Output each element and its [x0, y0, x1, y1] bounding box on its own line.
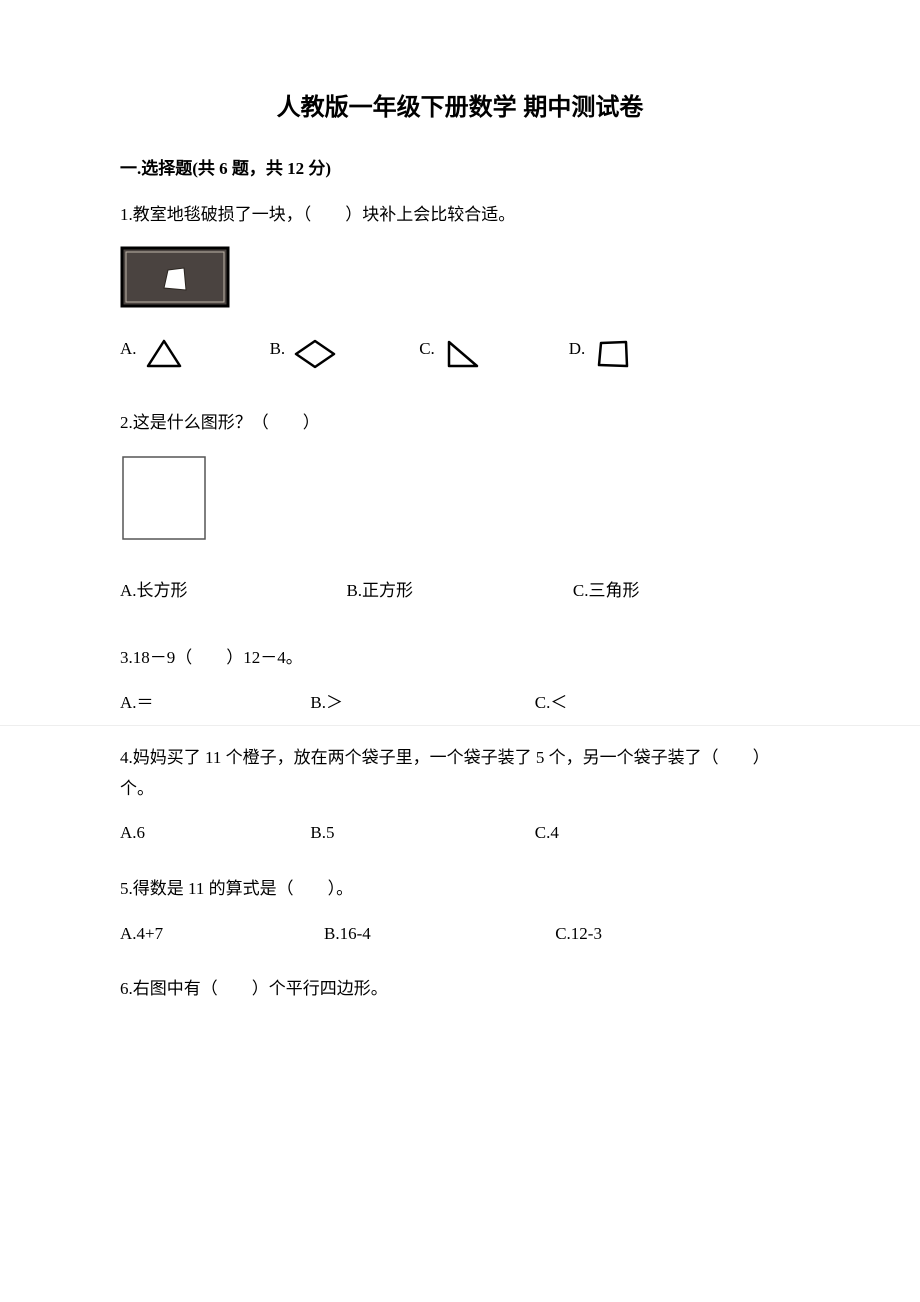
- q1-option-a-label: A.: [120, 336, 137, 362]
- q1-option-c-label: C.: [419, 336, 435, 362]
- q2-option-a: A.长方形: [120, 578, 346, 604]
- q1-options: A. B. C. D.: [120, 336, 800, 372]
- right-triangle-icon: [441, 336, 483, 372]
- separator-line: [0, 725, 920, 726]
- q4-option-c: C.4: [535, 820, 800, 846]
- q1-carpet-figure: [120, 246, 800, 316]
- q2-options: A.长方形 B.正方形 C.三角形: [120, 578, 800, 604]
- q6-text: 6.右图中有（ ）个平行四边形。: [120, 974, 800, 1005]
- q5-options: A.4+7 B.16-4 C.12-3: [120, 921, 800, 947]
- q3-option-a: A.＝: [120, 690, 310, 716]
- q3-options: A.＝ B.＞ C.＜: [120, 690, 800, 716]
- diamond-icon: [291, 336, 339, 372]
- q4-text: 4.妈妈买了 11 个橙子，放在两个袋子里，一个袋子装了 5 个，另一个袋子装了…: [120, 743, 800, 804]
- q5-option-a: A.4+7: [120, 921, 324, 947]
- q3-text: 3.18－9（ ）12－4。: [120, 643, 800, 674]
- q2-square-figure: [120, 454, 800, 550]
- q1-text: 1.教室地毯破损了一块，（ ）块补上会比较合适。: [120, 200, 800, 231]
- q4-option-b: B.5: [310, 820, 534, 846]
- q3-option-b: B.＞: [310, 690, 534, 716]
- q2-option-c: C.三角形: [573, 578, 799, 604]
- quadrilateral-icon: [591, 336, 633, 372]
- q4-options: A.6 B.5 C.4: [120, 820, 800, 846]
- q2-option-b: B.正方形: [346, 578, 572, 604]
- triangle-icon: [143, 336, 185, 372]
- q5-text: 5.得数是 11 的算式是（ ）。: [120, 874, 800, 905]
- q1-option-d-label: D.: [569, 336, 586, 362]
- q4-option-a: A.6: [120, 820, 310, 846]
- q3-option-c: C.＜: [535, 690, 800, 716]
- q5-option-c: C.12-3: [555, 921, 800, 947]
- q1-option-b-label: B.: [270, 336, 286, 362]
- page-title: 人教版一年级下册数学 期中测试卷: [120, 90, 800, 126]
- section-1-header: 一.选择题(共 6 题，共 12 分): [120, 156, 800, 182]
- q2-text: 2.这是什么图形？（ ）: [120, 408, 800, 439]
- q5-option-b: B.16-4: [324, 921, 555, 947]
